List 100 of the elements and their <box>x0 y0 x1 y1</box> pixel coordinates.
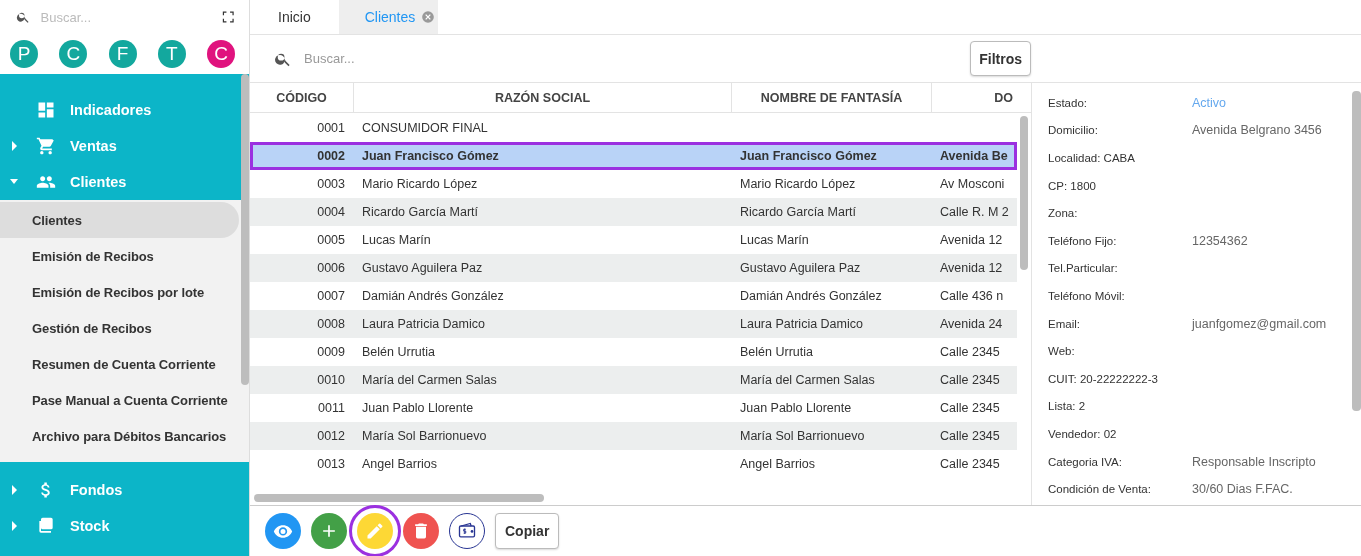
table-cell-text: Ricardo García Martí <box>739 204 857 221</box>
table-cell-text: Lucas Marín <box>361 232 432 249</box>
table-cell-text: Avenida 12 <box>939 260 1004 277</box>
tab[interactable]: Inicio <box>250 0 339 34</box>
detail-label: Lista: 2 <box>1048 400 1087 413</box>
table-cell-text: Calle R. M 2 <box>939 204 1010 221</box>
table-cell-text: Calle 2345 <box>939 428 1001 445</box>
table-cell-text: Gustavo Aguilera Paz <box>361 260 484 277</box>
copy-button[interactable]: Copiar <box>495 513 560 549</box>
table-row[interactable]: 0006 Gustavo Aguilera Paz Gustavo Aguilera Paz Avenida 12 <box>250 254 1017 282</box>
submenu-item[interactable]: Clientes <box>0 202 239 238</box>
table-cell-text: 0003 <box>316 176 346 193</box>
table-cell-text: María Sol Barrionuevo <box>739 428 866 445</box>
table-row[interactable]: 0013 Angel Barrios Angel Barrios Calle 2345 <box>250 450 1017 478</box>
submenu-item[interactable]: Gestión de Recibos <box>0 310 239 346</box>
detail-label: Condición de Venta: <box>1048 483 1152 496</box>
detail-value: 30/60 Dias F.FAC. <box>1192 482 1294 497</box>
table-row[interactable]: 0008 Laura Patricia Damico Laura Patricia Damico Avenida 24 <box>250 310 1017 338</box>
table-row[interactable]: 0009 Belén Urrutia Belén Urrutia Calle 2345 <box>250 338 1017 366</box>
detail-value: Avenida Belgrano 3456 <box>1192 123 1323 138</box>
add-button[interactable] <box>311 513 347 549</box>
table-cell-text: Avenida 12 <box>939 232 1004 249</box>
dashboard-icon <box>36 100 56 120</box>
table-row[interactable]: 0012 María Sol Barrionuevo María Sol Barrionuevo Calle 2345 <box>250 422 1017 450</box>
table-cell-text: Avenida 24 <box>939 316 1004 333</box>
detail-label: CP: 1800 <box>1048 179 1097 192</box>
scrollbar-thumb[interactable] <box>241 74 249 385</box>
table-cell-text: Gustavo Aguilera Paz <box>739 260 862 277</box>
table-cell-text: Juan Pablo Llorente <box>361 400 475 417</box>
scrollbar-thumb[interactable] <box>1352 91 1361 411</box>
table-cell-text: Calle 2345 <box>939 372 1001 389</box>
view-button[interactable] <box>265 513 301 549</box>
table-cell-text: 0005 <box>316 232 346 249</box>
scrollbar-thumb[interactable] <box>1020 116 1028 270</box>
table-row[interactable]: 0010 María del Carmen Salas María del Carmen Salas Calle 2345 <box>250 366 1017 394</box>
table-row[interactable]: 0001 CONSUMIDOR FINAL <box>250 114 1017 142</box>
table-cell-text: 0004 <box>316 204 346 221</box>
detail-label: CUIT: 20-22222222-3 <box>1048 372 1159 385</box>
pencil-icon <box>365 521 385 541</box>
table-cell-text: Angel Barrios <box>361 456 439 473</box>
table-cell-text: Juan Pablo Llorente <box>739 400 853 417</box>
column-header[interactable]: CÓDIGO <box>250 83 354 112</box>
detail-value: Responsable Inscripto <box>1192 454 1317 469</box>
table-cell-text: Mario Ricardo López <box>739 176 857 193</box>
table-cell-text: Calle 2345 <box>939 456 1001 473</box>
detail-value: 12354362 <box>1192 233 1249 248</box>
caret-icon <box>10 521 18 531</box>
table-cell-text: Damián Andrés González <box>739 288 883 305</box>
table-cell-text: Angel Barrios <box>739 456 817 473</box>
table-cell-text: Belén Urrutia <box>739 344 814 361</box>
table-cell-text: 0002 <box>316 148 346 165</box>
table-row[interactable]: 0004 Ricardo García Martí Ricardo García Martí Calle R. M 2 <box>250 198 1017 226</box>
column-header[interactable]: DO <box>932 83 1017 112</box>
table-cell-text: 0006 <box>316 260 346 277</box>
table-cell-text: Juan Francisco Gómez <box>739 148 878 165</box>
detail-label: Domicilio: <box>1048 124 1099 137</box>
table-cell-text: Laura Patricia Damico <box>361 316 486 333</box>
submenu-item[interactable]: Emisión de Recibos por lote <box>0 274 239 310</box>
detail-label: Web: <box>1048 345 1076 358</box>
caret-icon <box>10 141 18 151</box>
detail-label: Tel.Particular: <box>1048 262 1119 275</box>
table-cell-text: Av Mosconi <box>939 176 1006 193</box>
submenu-item[interactable]: Archivo para Débitos Bancarios <box>0 418 239 454</box>
shortcut-avatar[interactable]: C <box>207 40 235 68</box>
table-cell-text: 0009 <box>316 344 346 361</box>
detail-value: Activo <box>1192 95 1228 110</box>
cart-icon <box>36 136 56 156</box>
search-field[interactable]: Buscar... <box>38 8 213 26</box>
table-cell-text: 0012 <box>316 428 346 445</box>
detail-label: Localidad: CABA <box>1048 152 1136 164</box>
payment-button[interactable] <box>449 513 485 549</box>
table-cell-text: Ricardo García Martí <box>361 204 479 221</box>
table-cell-text: Calle 2345 <box>939 400 1001 417</box>
submenu-item[interactable]: Emisión de Recibos <box>0 238 239 274</box>
detail-label: Vendedor: 02 <box>1048 427 1118 440</box>
detail-label: Estado: <box>1048 96 1088 109</box>
column-header[interactable]: RAZÓN SOCIAL <box>354 83 732 112</box>
table-cell-text: María del Carmen Salas <box>739 372 876 389</box>
table-row[interactable]: 0007 Damián Andrés González Damián Andrés González Calle 436 n <box>250 282 1017 310</box>
submenu-item[interactable]: Pase Manual a Cuenta Corriente <box>0 382 239 418</box>
column-header[interactable]: NOMBRE DE FANTASÍA <box>732 83 932 112</box>
detail-label: Categoria IVA: <box>1048 455 1123 468</box>
table-row[interactable]: 0003 Mario Ricardo López Mario Ricardo López Av Mosconi <box>250 170 1017 198</box>
submenu-item[interactable]: Resumen de Cuenta Corriente <box>0 346 239 382</box>
table-cell-text: 0001 <box>316 120 346 137</box>
table-cell-text: CONSUMIDOR FINAL <box>361 120 489 137</box>
table-cell-text: Belén Urrutia <box>361 344 436 361</box>
table-row[interactable]: 0002 Juan Francisco Gómez Juan Francisco Gómez Avenida Be <box>250 142 1017 170</box>
filters-button[interactable]: Filtros <box>970 41 1031 76</box>
table-cell-text: Damián Andrés González <box>361 288 505 305</box>
table-cell-text: 0008 <box>316 316 346 333</box>
caret-icon <box>10 485 18 495</box>
delete-button[interactable] <box>403 513 439 549</box>
table-row[interactable]: 0005 Lucas Marín Lucas Marín Avenida 12 <box>250 226 1017 254</box>
table-cell-text: 0013 <box>316 456 346 473</box>
table-cell-text: Calle 436 n <box>939 288 1005 305</box>
search-field[interactable]: Buscar... <box>302 50 961 67</box>
scrollbar-thumb[interactable] <box>254 494 544 502</box>
detail-label: Email: <box>1048 317 1081 330</box>
table-row[interactable]: 0011 Juan Pablo Llorente Juan Pablo Llorente Calle 2345 <box>250 394 1017 422</box>
